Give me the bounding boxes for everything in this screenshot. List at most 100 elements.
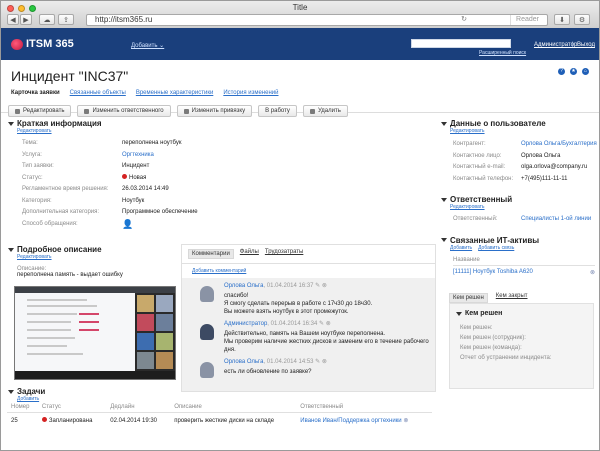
reload-icon[interactable]: ↻: [461, 15, 467, 25]
comment-line: есть ли обновление по заявке?: [224, 369, 312, 375]
brief-title[interactable]: Краткая информация: [8, 119, 436, 128]
responsible-link[interactable]: Специалисты 1-ой линии: [521, 214, 591, 226]
screenshot-highlight: [79, 313, 99, 315]
help-icon[interactable]: ?: [558, 68, 565, 75]
change-responsible-button[interactable]: Изменить ответственного: [77, 105, 171, 117]
delete-button[interactable]: Удалить: [302, 105, 348, 117]
advanced-search-link[interactable]: Расширенный поиск: [479, 50, 526, 56]
tab-files[interactable]: Файлы: [240, 249, 259, 259]
admin-link[interactable]: Администратор: [534, 42, 577, 48]
tab-closed-by[interactable]: Кем закрыт: [496, 293, 528, 303]
search-input[interactable]: [411, 39, 511, 48]
column-header[interactable]: Номер: [7, 402, 38, 413]
add-asset-relation-link[interactable]: Добавить связь: [478, 245, 514, 251]
task-responsible-text: Иванов Иван/Поддержка оргтехники: [300, 418, 402, 424]
task-description: проверить жесткие диски на складе: [174, 417, 275, 424]
asset-link[interactable]: [11111] Ноутбук Toshiba A620: [453, 269, 533, 276]
address-bar[interactable]: http://itsm365.ru ↻ Reader: [86, 14, 548, 26]
share-icon[interactable]: ⇪: [58, 14, 74, 25]
add-task-link[interactable]: Добавить: [17, 396, 39, 402]
tab-timing[interactable]: Временные характеристики: [136, 90, 214, 96]
row-subject: Тема: переполнена ноутбук: [22, 138, 252, 150]
change-binding-button[interactable]: Изменить привязку: [176, 105, 253, 117]
forward-button[interactable]: ▶: [20, 14, 32, 25]
responsible-title-text: Ответственный: [450, 195, 513, 204]
asset-row[interactable]: [11111] Ноутбук Toshiba A620 ⊗: [453, 266, 595, 279]
remove-icon[interactable]: ⊗: [590, 269, 595, 276]
row-value: переполнена ноутбук: [122, 140, 182, 146]
settings-icon[interactable]: ⚙: [574, 14, 590, 25]
edit-button[interactable]: Редактировать: [8, 105, 72, 117]
row-status: Статус: Новая: [22, 173, 252, 185]
row-key: Способ обращения:: [22, 220, 78, 227]
screenshot-line: [27, 305, 97, 307]
user-data-section: Данные о пользователе Редактировать Конт…: [441, 119, 599, 185]
downloads-icon[interactable]: ⬇: [554, 14, 570, 25]
browser-window: Title ◀ ▶ ☁ ⇪ http://itsm365.ru ↻ Reader…: [0, 0, 600, 451]
row-key: Статус:: [22, 174, 43, 181]
column-header[interactable]: Статус: [37, 402, 107, 413]
reader-button[interactable]: Reader: [510, 15, 544, 25]
screenshot-line: [27, 313, 77, 315]
screenshot-line: [27, 321, 71, 323]
row-key: Контактный телефон:: [453, 175, 514, 182]
row-value: Программное обеспечение: [122, 209, 198, 215]
comments-tabs: Комментарии Файлы Трудозатраты: [182, 245, 435, 264]
screenshot-line: [27, 299, 87, 301]
solved-by-panel: Кем решен Кем решен: Кем решен (сотрудни…: [449, 303, 594, 389]
tile: [137, 314, 154, 331]
tile: [137, 295, 154, 312]
home-icon[interactable]: ⌂: [582, 68, 589, 75]
to-work-button[interactable]: В работу: [258, 105, 297, 117]
resolution-tabs: Кем решен Кем закрыт: [449, 293, 528, 303]
comment-author[interactable]: Администратор: [224, 321, 267, 327]
tab-comments[interactable]: Комментарии: [188, 249, 234, 259]
header-icons: ? ★ ⌂: [558, 68, 589, 75]
screenshot-highlight: [79, 321, 99, 323]
avatar: [200, 324, 214, 340]
assets-title[interactable]: Связанные ИТ-активы: [441, 236, 599, 245]
service-link[interactable]: Оргтехника: [122, 150, 154, 162]
row-key: Контрагент:: [453, 141, 486, 147]
tab-card[interactable]: Карточка заявки: [11, 90, 60, 96]
column-header[interactable]: Описание: [170, 402, 297, 413]
add-comment-link[interactable]: Добавить комментарий: [192, 268, 246, 274]
user-data-edit-link[interactable]: Редактировать: [450, 128, 485, 134]
tab-related[interactable]: Связанные объекты: [70, 90, 126, 96]
details-edit-link[interactable]: Редактировать: [17, 254, 52, 260]
task-responsible[interactable]: Иванов Иван/Поддержка оргтехники ⊗: [296, 413, 432, 429]
tab-history[interactable]: История изменений: [223, 90, 278, 96]
contractor-link[interactable]: Орлова Ольга/Бухгалтерия: [521, 139, 597, 151]
asset-name-header[interactable]: Название: [453, 255, 595, 266]
comment-line: Мы проверим наличие жестких дисков и зам…: [224, 339, 429, 353]
favorite-icon[interactable]: ★: [570, 68, 577, 75]
details-title-text: Подробное описание: [17, 245, 102, 254]
add-menu-link[interactable]: Добавить ⌄: [131, 42, 164, 49]
solved-title[interactable]: Кем решен: [450, 304, 593, 317]
column-header[interactable]: Ответственный: [296, 402, 432, 413]
comment-author[interactable]: Орлова Ольга: [224, 359, 263, 365]
column-header[interactable]: Дедлайн: [106, 402, 171, 413]
task-status-text: Запланирована: [48, 418, 93, 424]
tab-labor[interactable]: Трудозатраты: [265, 249, 303, 259]
responsible-title[interactable]: Ответственный: [441, 195, 599, 204]
back-button[interactable]: ◀: [7, 14, 19, 25]
table-row[interactable]: 25 Запланирована 02.04.2014 19:30 провер…: [7, 413, 432, 429]
exit-link[interactable]: Выход: [577, 42, 595, 48]
user-data-title[interactable]: Данные о пользователе: [441, 119, 599, 128]
icloud-icon[interactable]: ☁: [39, 14, 55, 25]
row-key: Тип заявки:: [22, 163, 54, 169]
comment-author[interactable]: Орлова Ольга: [224, 283, 263, 289]
tasks-title[interactable]: Задачи: [1, 387, 436, 396]
comment-date: , 01.04.2014 14:53 ✎ ⊗: [263, 359, 327, 365]
attached-screenshot-image[interactable]: [14, 286, 176, 380]
details-title[interactable]: Подробное описание: [8, 245, 123, 254]
row-channel: Способ обращения: 👤: [22, 219, 252, 231]
app-logo[interactable]: ITSM 365: [11, 38, 74, 50]
remove-icon[interactable]: ⊗: [403, 418, 408, 424]
add-asset-link[interactable]: Добавить: [450, 245, 472, 251]
tab-solved-by[interactable]: Кем решен: [449, 293, 488, 303]
collapse-icon: [8, 389, 14, 394]
responsible-edit-link[interactable]: Редактировать: [450, 204, 485, 210]
brief-edit-link[interactable]: Редактировать: [17, 128, 52, 134]
